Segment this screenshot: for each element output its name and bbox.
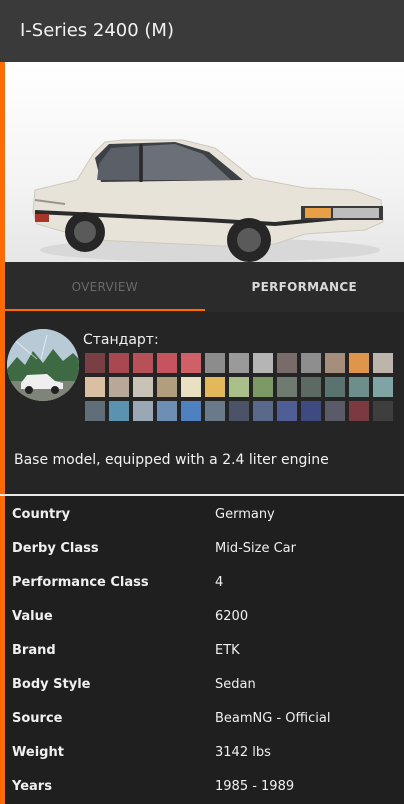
spec-key: Derby Class [12,540,99,556]
color-swatch[interactable] [85,377,105,397]
color-swatch[interactable] [109,401,129,421]
spec-key: Weight [12,744,64,760]
spec-value: Sedan [215,676,256,692]
color-swatch[interactable] [253,377,273,397]
spec-value: BeamNG - Official [215,710,331,726]
color-swatch[interactable] [133,401,153,421]
color-swatch[interactable] [277,401,297,421]
color-swatch[interactable] [301,353,321,373]
vehicle-preview-image [5,62,404,262]
color-swatch[interactable] [205,353,225,373]
color-swatch[interactable] [253,401,273,421]
spec-row: Performance Class 4 [5,565,404,599]
color-swatch[interactable] [229,353,249,373]
spec-value: 1985 - 1989 [215,778,295,794]
section-divider [0,494,404,496]
color-swatch[interactable] [277,377,297,397]
color-swatch[interactable] [301,377,321,397]
spec-value: 3142 lbs [215,744,271,760]
spec-row: Derby Class Mid-Size Car [5,531,404,565]
color-swatch[interactable] [349,353,369,373]
spec-key: Years [12,778,52,794]
spec-row: Value 6200 [5,599,404,633]
spec-value: 6200 [215,608,249,624]
spec-value: Mid-Size Car [215,540,296,556]
spec-row: Source BeamNG - Official [5,701,404,735]
spec-key: Source [12,710,63,726]
color-swatch[interactable] [133,353,153,373]
color-swatch[interactable] [301,401,321,421]
color-swatch[interactable] [181,401,201,421]
spec-row: Body Style Sedan [5,667,404,701]
spec-row: Country Germany [5,497,404,531]
color-swatch[interactable] [373,401,393,421]
spec-value: 4 [215,574,224,590]
color-swatch[interactable] [349,401,369,421]
color-swatch[interactable] [157,401,177,421]
color-swatch[interactable] [85,353,105,373]
color-swatch[interactable] [325,353,345,373]
color-swatch[interactable] [157,377,177,397]
color-swatch[interactable] [157,353,177,373]
spec-key: Country [12,506,71,522]
spec-row: Brand ETK [5,633,404,667]
color-swatch[interactable] [85,401,105,421]
spec-value: ETK [215,642,240,658]
color-swatch[interactable] [181,377,201,397]
color-swatch[interactable] [373,353,393,373]
color-swatch[interactable] [373,377,393,397]
paint-section: Стандарт: Base model, equipped with a 2.… [5,312,404,494]
color-swatch[interactable] [205,377,225,397]
paint-preview-thumbnail [7,329,79,401]
color-swatch[interactable] [277,353,297,373]
spec-key: Body Style [12,676,91,692]
color-swatch[interactable] [109,377,129,397]
color-swatch[interactable] [325,377,345,397]
spec-key: Value [12,608,53,624]
vehicle-header: I-Series 2400 (M) [0,0,404,62]
vehicle-title: I-Series 2400 (M) [20,19,174,41]
spec-value: Germany [215,506,275,522]
tab-overview[interactable]: OVERVIEW [5,262,205,312]
paint-set-label: Стандарт: [83,332,159,348]
color-swatch[interactable] [109,353,129,373]
color-swatch[interactable] [253,353,273,373]
spec-row: Years 1985 - 1989 [5,769,404,803]
spec-table: Country Germany Derby Class Mid-Size Car Per… [5,497,404,803]
spec-key: Performance Class [12,574,149,590]
color-swatch[interactable] [325,401,345,421]
spec-key: Brand [12,642,56,658]
tab-performance[interactable]: PERFORMANCE [205,262,404,312]
color-swatch[interactable] [229,401,249,421]
color-swatch[interactable] [229,377,249,397]
color-swatch[interactable] [181,353,201,373]
color-swatch[interactable] [133,377,153,397]
vehicle-description: Base model, equipped with a 2.4 liter en… [14,452,329,468]
tab-bar: OVERVIEW PERFORMANCE [5,262,404,312]
color-swatch-grid [85,353,397,421]
spec-row: Weight 3142 lbs [5,735,404,769]
color-swatch[interactable] [349,377,369,397]
color-swatch[interactable] [205,401,225,421]
